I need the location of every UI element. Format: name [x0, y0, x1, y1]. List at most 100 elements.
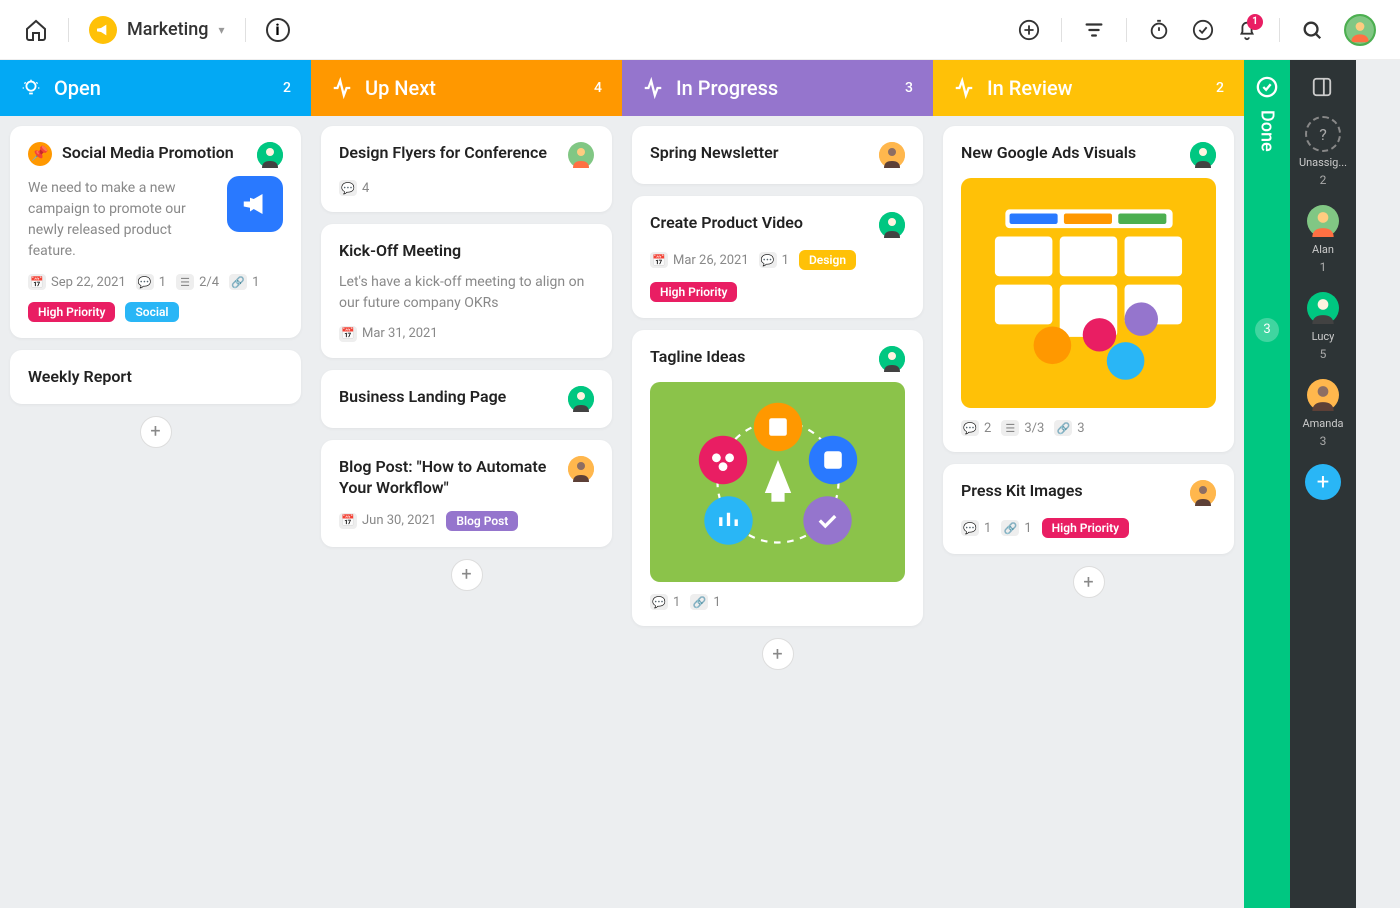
pin-icon: 📌	[28, 142, 52, 166]
right-sidebar: ? Unassig... 2 Alan 1 Lucy 5 Amanda 3 +	[1290, 60, 1356, 908]
user-name: Alan	[1312, 243, 1334, 256]
link-icon: 🔗	[1001, 520, 1019, 536]
add-card-button[interactable]: +	[1073, 566, 1105, 598]
info-icon[interactable]: i	[266, 18, 290, 42]
column-header-in-progress[interactable]: In Progress 3	[622, 60, 933, 116]
card-press-kit[interactable]: Press Kit Images 💬1 🔗1 High Priority	[943, 464, 1234, 554]
user-count: 1	[1320, 260, 1327, 274]
timer-icon[interactable]	[1147, 18, 1171, 42]
calendar-icon: 📅	[28, 274, 46, 290]
bell-icon[interactable]: 1	[1235, 18, 1259, 42]
link-icon: 🔗	[690, 594, 708, 610]
tag-high-priority: High Priority	[650, 282, 737, 302]
user-avatar	[1305, 290, 1341, 326]
add-card-button[interactable]: +	[451, 559, 483, 591]
column-header-in-review[interactable]: In Review 2	[933, 60, 1244, 116]
card-title: Kick-Off Meeting	[339, 240, 594, 262]
assignee-avatar	[1190, 142, 1216, 168]
attachments-chip: 🔗1	[229, 274, 259, 290]
sidebar-user-alan[interactable]: Alan 1	[1305, 203, 1341, 274]
workspace-selector[interactable]: Marketing ▾	[89, 16, 225, 44]
column-body: 📌 Social Media Promotion We need to make…	[0, 116, 311, 908]
column-title: Up Next	[365, 76, 594, 100]
layout-icon[interactable]	[1311, 76, 1335, 100]
card-google-ads[interactable]: New Google Ads Visuals	[943, 126, 1234, 452]
top-bar-left: Marketing ▾ i	[24, 16, 290, 44]
card-title: Weekly Report	[28, 366, 283, 388]
tag-high-priority: High Priority	[1042, 518, 1129, 538]
user-count: 5	[1320, 347, 1327, 361]
card-product-video[interactable]: Create Product Video 📅Mar 26, 2021 💬1 De…	[632, 196, 923, 318]
date-chip: 📅Mar 26, 2021	[650, 252, 749, 268]
add-icon[interactable]	[1017, 18, 1041, 42]
sidebar-user-unassigned[interactable]: ? Unassig... 2	[1299, 116, 1347, 187]
card-title: Blog Post: "How to Automate Your Workflo…	[339, 456, 558, 499]
comment-icon: 💬	[961, 420, 979, 436]
checklist-icon: ☰	[1001, 420, 1019, 436]
card-blog-post[interactable]: Blog Post: "How to Automate Your Workflo…	[321, 440, 612, 547]
column-header-up-next[interactable]: Up Next 4	[311, 60, 622, 116]
assignee-avatar	[879, 212, 905, 238]
sidebar-user-amanda[interactable]: Amanda 3	[1302, 377, 1343, 448]
comments-chip: 💬4	[339, 180, 369, 196]
sidebar-user-lucy[interactable]: Lucy 5	[1305, 290, 1341, 361]
add-card-button[interactable]: +	[140, 416, 172, 448]
user-avatar	[1305, 377, 1341, 413]
checklist-chip: ☰3/3	[1001, 420, 1044, 436]
assignee-avatar	[568, 142, 594, 168]
add-card-button[interactable]: +	[762, 638, 794, 670]
card-meta: 📅Sep 22, 2021 💬1 ☰2/4 🔗1	[28, 274, 283, 290]
column-header-open[interactable]: Open 2	[0, 60, 311, 116]
search-icon[interactable]	[1300, 18, 1324, 42]
column-title: Open	[54, 76, 283, 100]
date-chip: 📅Sep 22, 2021	[28, 274, 126, 290]
column-done-collapsed[interactable]: Done 3	[1244, 60, 1290, 908]
card-title: Create Product Video	[650, 212, 869, 234]
calendar-icon: 📅	[650, 252, 668, 268]
column-in-review: In Review 2 New Google Ads Visuals	[933, 60, 1244, 908]
tag-blog-post: Blog Post	[446, 511, 518, 531]
user-avatar[interactable]	[1344, 14, 1376, 46]
card-tags: High Priority Social	[28, 302, 283, 322]
card-kickoff-meeting[interactable]: Kick-Off Meeting Let's have a kick-off m…	[321, 224, 612, 358]
column-count: 2	[1216, 80, 1224, 96]
megaphone-icon	[89, 16, 117, 44]
card-tagline-ideas[interactable]: Tagline Ideas 💬1 🔗	[632, 330, 923, 626]
card-social-media[interactable]: 📌 Social Media Promotion We need to make…	[10, 126, 301, 338]
filter-icon[interactable]	[1082, 18, 1106, 42]
comments-chip: 💬1	[759, 252, 789, 268]
card-title: New Google Ads Visuals	[961, 142, 1180, 164]
user-count: 2	[1320, 173, 1327, 187]
calendar-icon: 📅	[339, 326, 357, 342]
column-count: 3	[905, 80, 913, 96]
card-title: Social Media Promotion	[62, 142, 247, 164]
column-count: 4	[594, 80, 602, 96]
tag-social: Social	[125, 302, 178, 322]
assignee-avatar	[879, 142, 905, 168]
check-icon[interactable]	[1191, 18, 1215, 42]
card-weekly-report[interactable]: Weekly Report	[10, 350, 301, 404]
checklist-chip: ☰2/4	[176, 274, 219, 290]
home-icon[interactable]	[24, 18, 48, 42]
column-body: Spring Newsletter Create Product Video 📅…	[622, 116, 933, 908]
divider	[1126, 18, 1127, 42]
column-up-next: Up Next 4 Design Flyers for Conference 💬…	[311, 60, 622, 908]
card-image	[650, 382, 905, 582]
add-user-button[interactable]: +	[1305, 464, 1341, 500]
link-icon: 🔗	[1054, 420, 1072, 436]
check-circle-icon	[1256, 76, 1278, 98]
assignee-avatar	[879, 346, 905, 372]
card-design-flyers[interactable]: Design Flyers for Conference 💬4	[321, 126, 612, 212]
activity-icon	[642, 77, 664, 99]
divider	[1061, 18, 1062, 42]
user-avatar	[1305, 203, 1341, 239]
card-description: We need to make a new campaign to promot…	[28, 178, 217, 262]
comments-chip: 💬1	[961, 520, 991, 536]
activity-icon	[331, 77, 353, 99]
card-landing-page[interactable]: Business Landing Page	[321, 370, 612, 428]
divider	[68, 18, 69, 42]
attachments-chip: 🔗1	[1001, 520, 1031, 536]
tag-design: Design	[799, 250, 856, 270]
card-spring-newsletter[interactable]: Spring Newsletter	[632, 126, 923, 184]
date-chip: 📅Mar 31, 2021	[339, 326, 438, 342]
